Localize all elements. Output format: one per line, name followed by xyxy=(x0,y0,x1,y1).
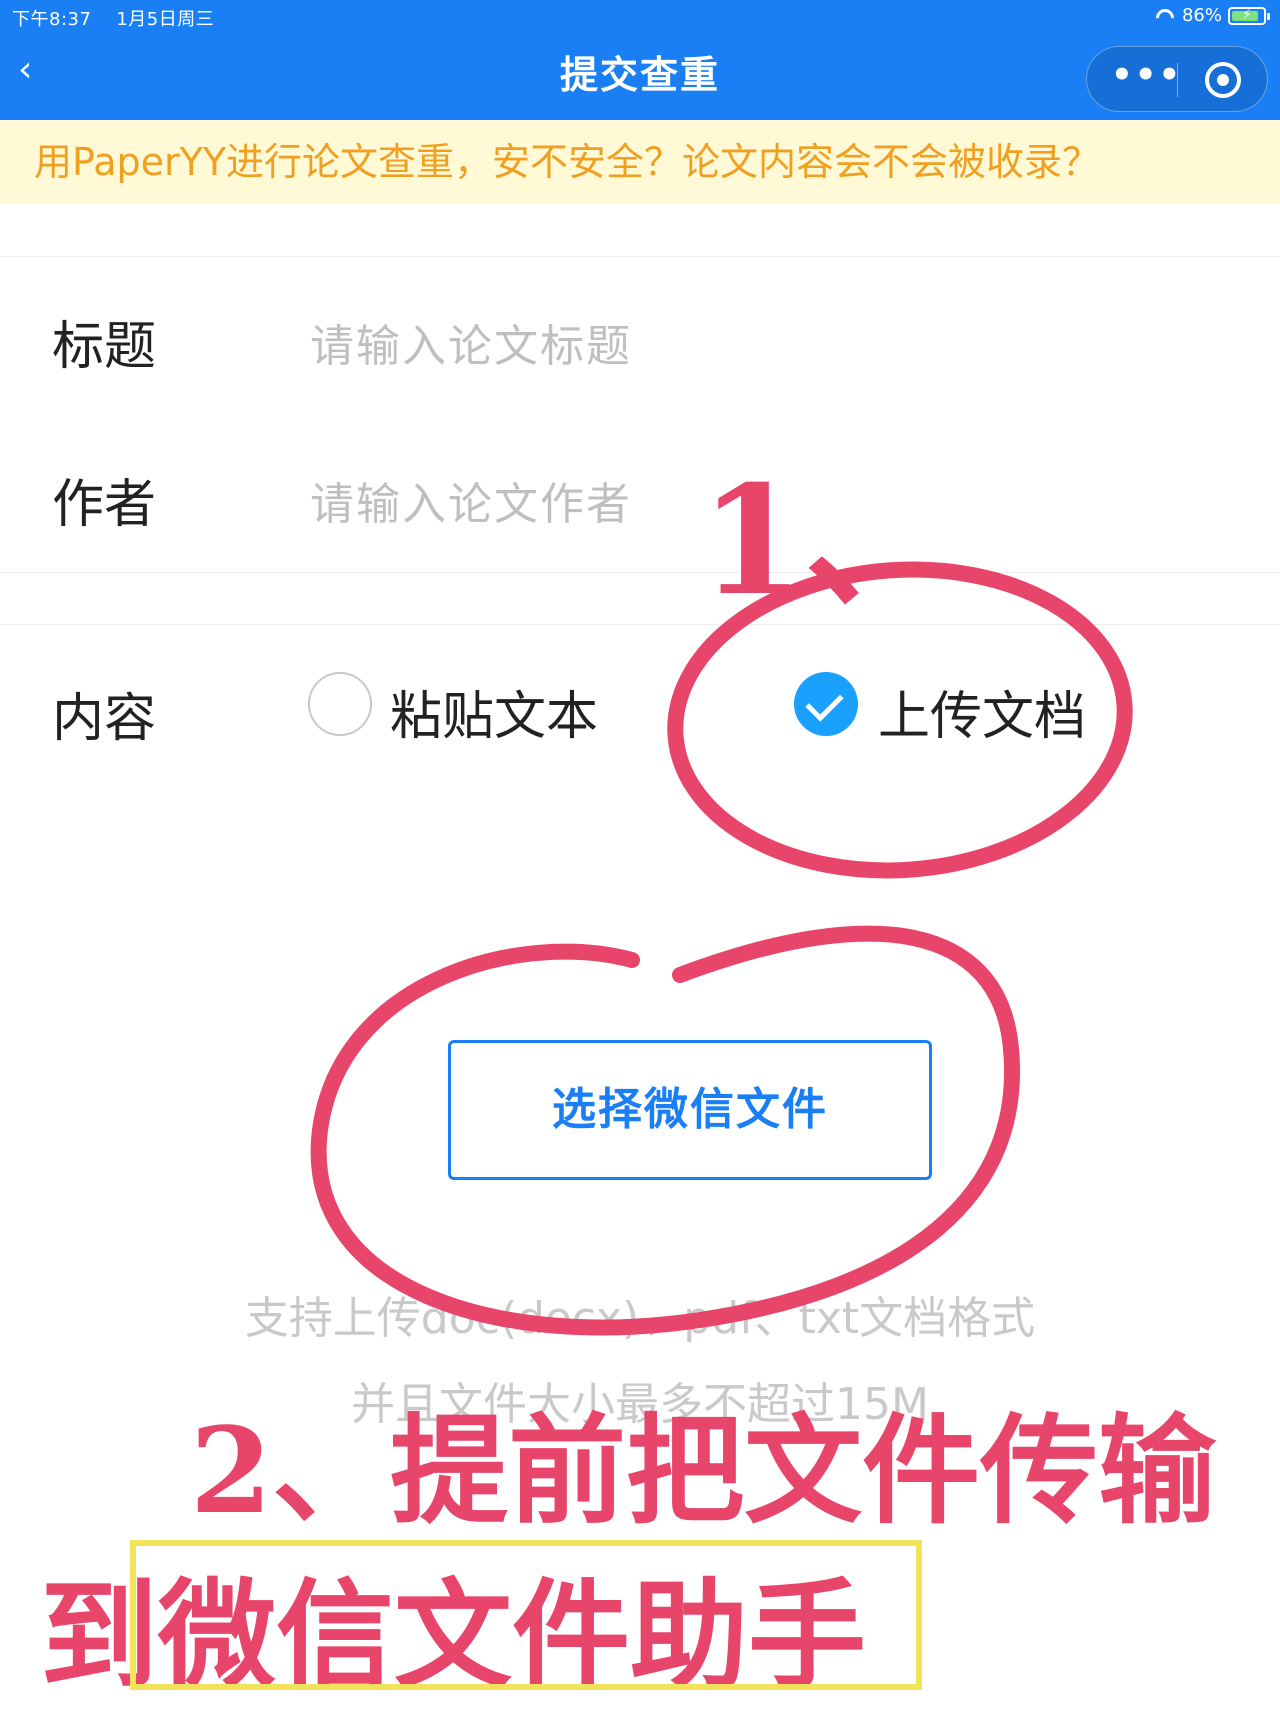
upload-hint-formats: 支持上传doc(docx)、pdf、txt文档格式 xyxy=(244,1293,1036,1344)
title-label: 标题 xyxy=(52,317,157,377)
status-bar: 下午8:37 1月5日周三 86% ⚡ xyxy=(0,0,1280,34)
check-icon xyxy=(805,683,844,722)
status-time-date: 下午8:37 1月5日周三 xyxy=(12,5,214,31)
status-date: 1月5日周三 xyxy=(116,9,215,30)
annotation-step1: 1、 xyxy=(700,453,955,629)
radio-paste-text[interactable] xyxy=(308,672,372,736)
menu-capsule: ••• xyxy=(1086,46,1268,112)
highlight-box xyxy=(130,1540,922,1690)
author-label: 作者 xyxy=(52,475,157,535)
more-dots-icon[interactable]: ••• xyxy=(1111,58,1180,97)
annotation-step2-line1: 2、提前把文件传输 xyxy=(190,1401,1217,1540)
battery-percent: 86% xyxy=(1181,5,1222,26)
choose-wechat-file-button[interactable]: 选择微信文件 xyxy=(448,1040,932,1180)
wifi-icon xyxy=(1154,8,1176,24)
title-input[interactable]: 请输入论文标题 xyxy=(310,310,632,374)
divider xyxy=(0,256,1280,257)
divider xyxy=(0,572,1280,573)
notice-banner[interactable]: 用PaperYY进行论文查重，安不安全？论文内容会不会被收录？ xyxy=(0,120,1280,204)
top-bar: 下午8:37 1月5日周三 86% ⚡ ‹ 提交查重 ••• xyxy=(0,0,1280,120)
content-label: 内容 xyxy=(52,689,157,749)
author-input[interactable]: 请输入论文作者 xyxy=(310,468,632,532)
radio-upload-doc[interactable] xyxy=(794,672,858,736)
status-right: 86% ⚡ xyxy=(1154,5,1270,26)
status-time: 下午8:37 xyxy=(12,9,92,30)
target-icon[interactable] xyxy=(1205,62,1241,98)
battery-icon: ⚡ xyxy=(1228,6,1270,25)
option-paste-label[interactable]: 粘贴文本 xyxy=(390,674,598,749)
option-upload-label[interactable]: 上传文档 xyxy=(878,674,1086,749)
capsule-divider xyxy=(1177,63,1178,97)
divider xyxy=(0,624,1280,625)
